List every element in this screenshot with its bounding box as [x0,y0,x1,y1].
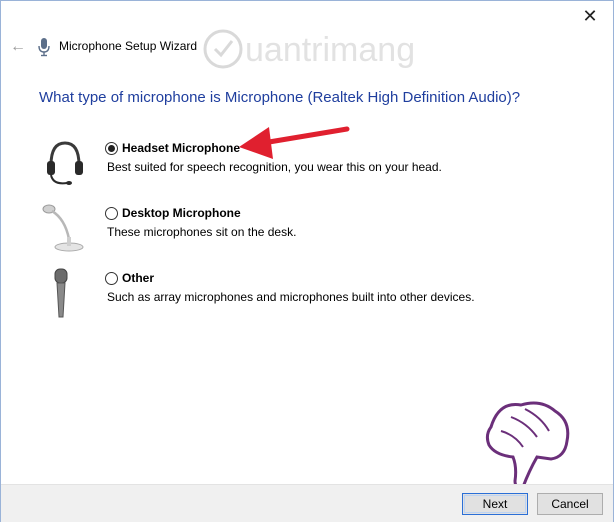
option-other[interactable]: Other Such as array microphones and micr… [105,270,585,304]
wizard-title: Microphone Setup Wizard [59,39,198,53]
next-button[interactable]: Next [462,493,528,515]
close-icon: ✕ [582,5,598,26]
wizard-footer: Next Cancel [1,484,613,522]
other-label[interactable]: Other [122,271,154,285]
watermark-text: uantrimang [245,31,415,69]
other-description: Such as array microphones and microphone… [107,290,475,304]
handheld-mic-icon [54,268,68,318]
wizard-window: ✕ ← Microphone Setup Wizard uantrimang W… [0,0,614,522]
close-button[interactable]: ✕ [567,1,613,31]
back-arrow-icon: ← [10,38,26,55]
question-heading: What type of microphone is Microphone (R… [39,89,521,106]
microphone-icon [38,38,50,57]
cancel-button[interactable]: Cancel [537,493,603,515]
headset-radio[interactable] [105,141,118,155]
desktop-radio[interactable] [105,206,118,220]
headset-label[interactable]: Headset Microphone [122,141,240,155]
other-radio[interactable] [105,271,118,285]
desktop-mic-icon [42,204,84,252]
title-bar: ✕ [1,1,613,33]
headset-icon [47,141,83,185]
red-arrow-icon [239,126,350,159]
option-desktop[interactable]: Desktop Microphone These microphones sit… [105,205,585,239]
desktop-label[interactable]: Desktop Microphone [122,206,241,220]
back-button[interactable]: ← [7,36,29,58]
desktop-description: These microphones sit on the desk. [107,225,297,239]
pointing-hand-icon [485,401,570,489]
